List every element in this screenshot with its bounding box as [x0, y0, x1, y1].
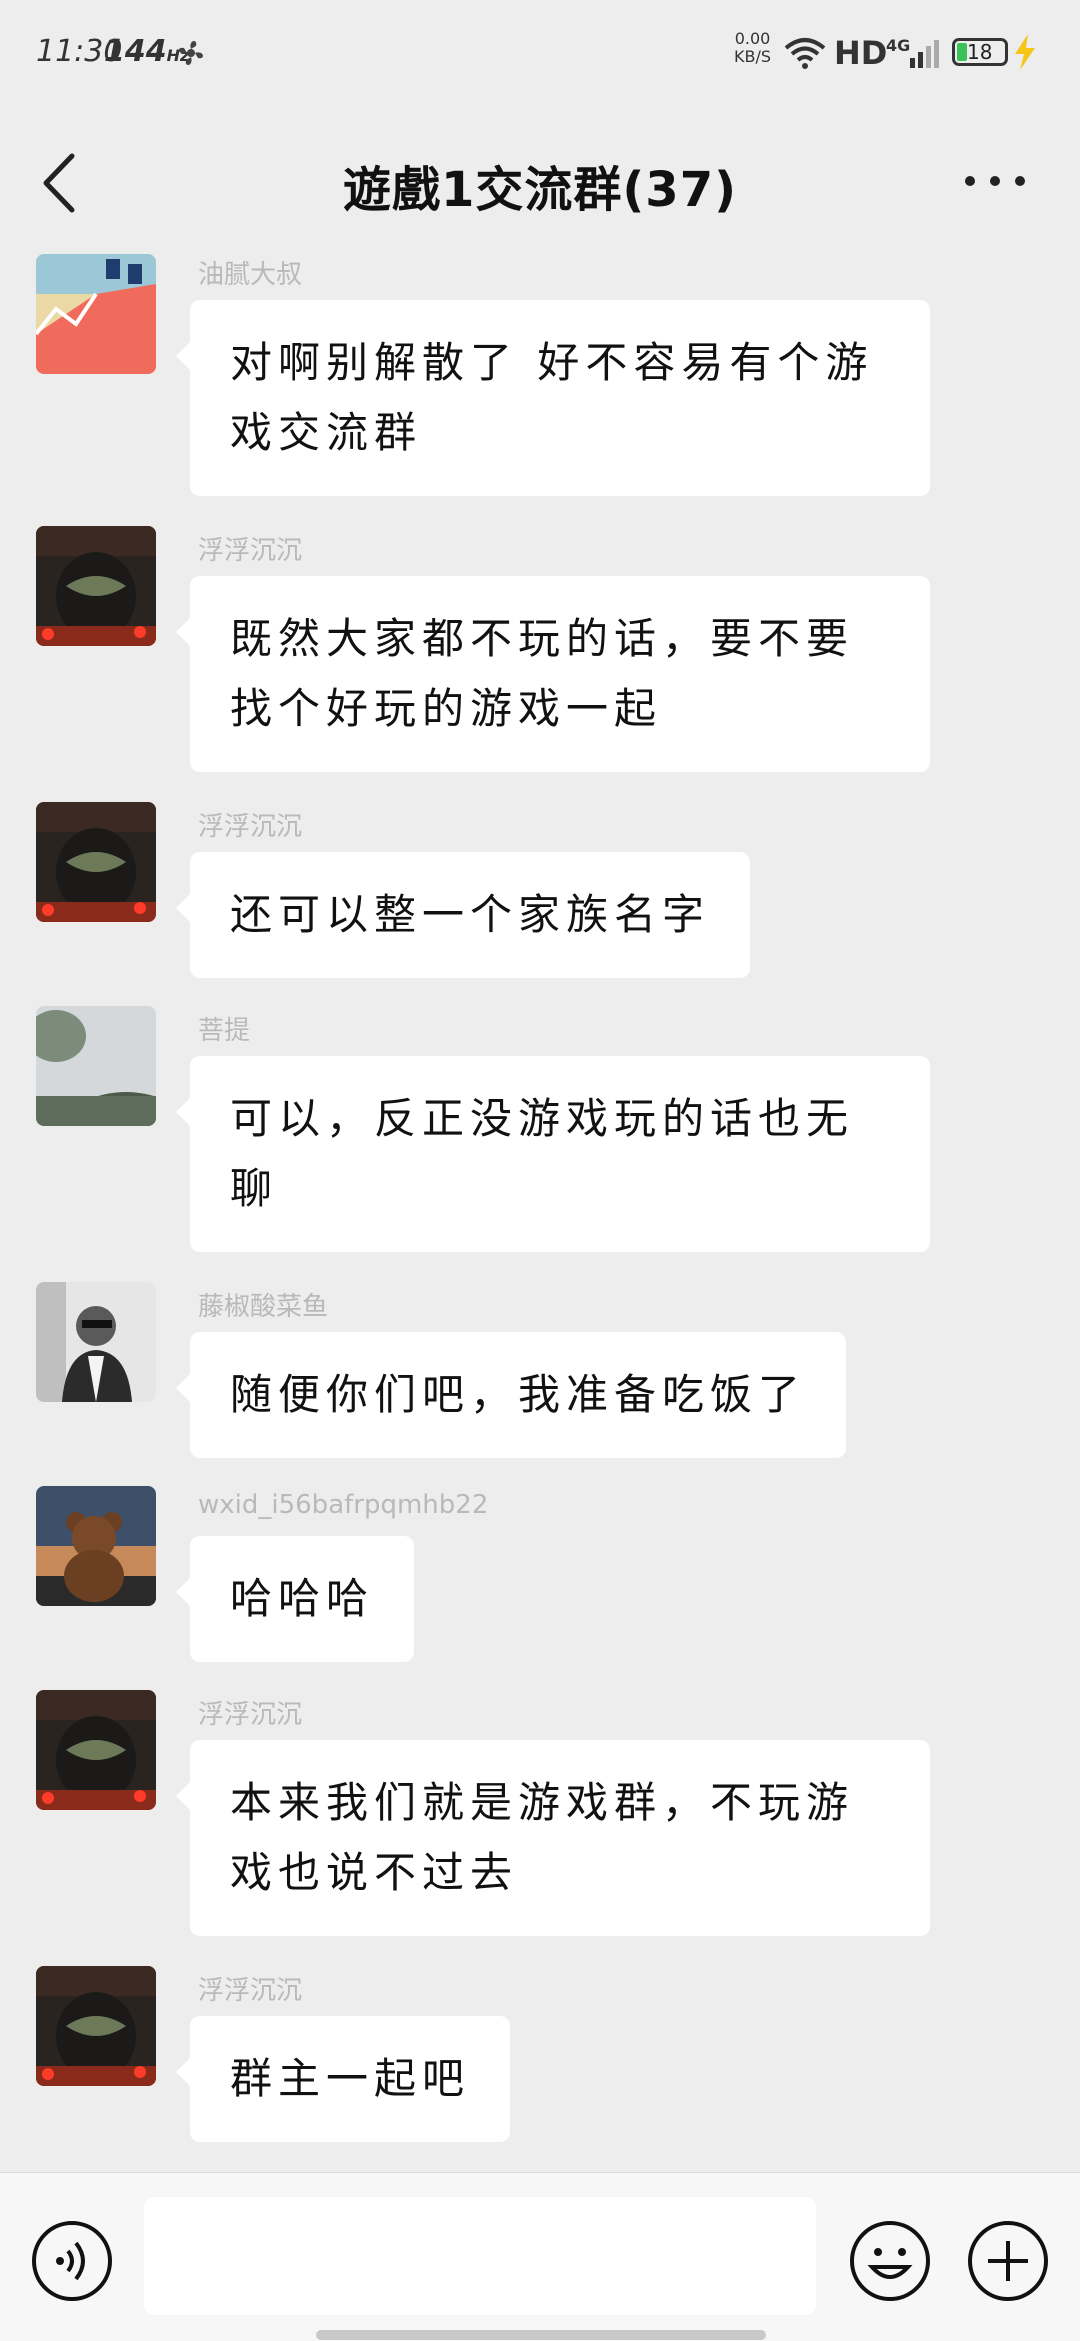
battery-fill	[957, 43, 967, 61]
back-arrow-icon[interactable]	[30, 148, 90, 218]
avatar[interactable]	[36, 1282, 156, 1402]
message-bubble[interactable]: 还可以整一个家族名字	[175, 852, 751, 978]
emoji-icon[interactable]	[848, 2219, 932, 2303]
sender-name: 浮浮沉沉	[198, 1700, 303, 1730]
chat-title: 遊戲1交流群(37)	[342, 162, 738, 218]
battery-level: 18	[967, 40, 993, 64]
status-bar: 11:30 144Hz 0.00 KB/S HD 4G 18	[0, 0, 1080, 110]
avatar[interactable]	[36, 1006, 156, 1126]
sender-name: 菩提	[198, 1016, 251, 1046]
avatar[interactable]	[36, 802, 156, 922]
more-icon[interactable]	[960, 156, 1030, 206]
network-speed-value: 0.00	[734, 29, 771, 48]
sender-name: 浮浮沉沉	[198, 812, 303, 842]
plus-icon[interactable]	[966, 2219, 1050, 2303]
network-speed-unit: KB/S	[734, 47, 772, 66]
sender-name: wxid_i56bafrpqmhb22	[198, 1490, 489, 1520]
sender-name: 油腻大叔	[198, 260, 303, 290]
avatar[interactable]	[36, 1690, 156, 1810]
input-bar	[0, 2172, 1080, 2341]
message-bubble[interactable]: 对啊别解散了 好不容易有个游戏交流群	[176, 300, 930, 496]
message-bubble[interactable]: 哈哈哈	[175, 1536, 415, 1662]
chat-header: 遊戲1交流群(37)	[0, 110, 1080, 250]
message-bubble[interactable]: 群主一起吧	[175, 2016, 511, 2142]
voice-icon[interactable]	[30, 2219, 114, 2303]
home-indicator	[316, 2330, 766, 2340]
sender-name: 浮浮沉沉	[198, 536, 303, 566]
refresh-rate-value: 144	[104, 34, 167, 69]
avatar[interactable]	[36, 1966, 156, 2086]
sender-name: 浮浮沉沉	[198, 1976, 303, 2006]
signal-icon	[910, 40, 939, 68]
message-bubble[interactable]: 可以，反正没游戏玩的话也无聊	[176, 1056, 930, 1252]
message-bubble[interactable]: 本来我们就是游戏群，不玩游戏也说不过去	[176, 1740, 930, 1936]
fan-icon	[178, 40, 204, 66]
charging-bolt-icon	[1015, 34, 1035, 70]
wifi-icon	[784, 38, 826, 69]
message-bubble[interactable]: 随便你们吧，我准备吃饭了	[175, 1332, 847, 1458]
message-input[interactable]	[144, 2197, 816, 2315]
battery-icon: 18	[952, 38, 1008, 66]
hd-indicator: HD	[834, 34, 888, 72]
avatar[interactable]	[36, 526, 156, 646]
sender-name: 藤椒酸菜鱼	[198, 1292, 329, 1322]
message-bubble[interactable]: 既然大家都不玩的话，要不要找个好玩的游戏一起	[176, 576, 930, 772]
avatar[interactable]	[36, 1486, 156, 1606]
avatar[interactable]	[36, 254, 156, 374]
network-speed: 0.00 KB/S	[734, 30, 771, 66]
network-type: 4G	[886, 36, 911, 55]
